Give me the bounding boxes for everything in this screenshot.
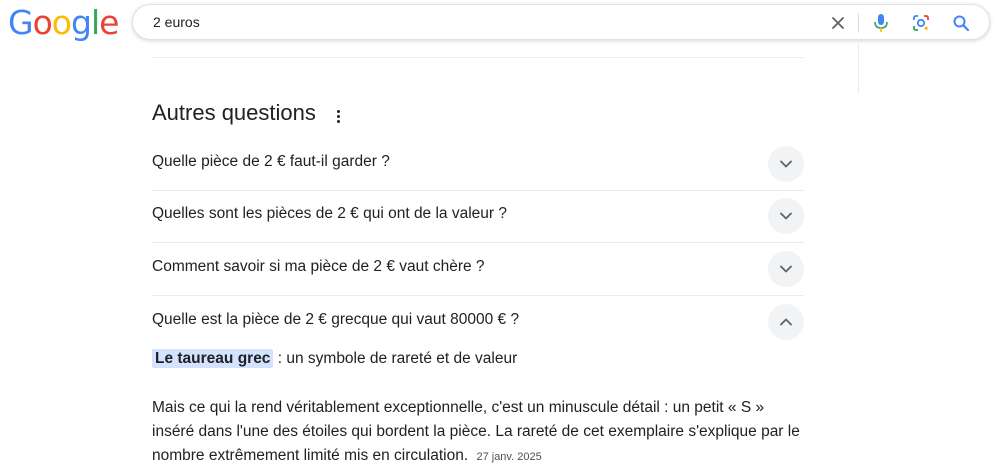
lens-icon[interactable] <box>910 12 932 34</box>
question-row[interactable]: Comment savoir si ma pièce de 2 € vaut c… <box>152 243 804 295</box>
question-text: Quelles sont les pièces de 2 € qui ont d… <box>152 205 508 222</box>
logo-letter: l <box>90 3 100 42</box>
question-text: Comment savoir si ma pièce de 2 € vaut c… <box>152 258 485 275</box>
question-text: Quelle pièce de 2 € faut-il garder ? <box>152 153 390 170</box>
chevron-down-icon[interactable] <box>768 198 804 234</box>
content-divider <box>152 57 804 58</box>
question-text: Quelle est la pièce de 2 € grecque qui v… <box>152 311 520 328</box>
microphone-icon[interactable] <box>870 12 892 34</box>
close-icon[interactable] <box>827 12 849 34</box>
logo-letter: G <box>8 3 34 42</box>
search-box <box>132 4 990 40</box>
question-row[interactable]: Quelles sont les pièces de 2 € qui ont d… <box>152 190 804 242</box>
section-title: Autres questions <box>152 100 316 125</box>
google-logo[interactable]: Google <box>8 3 119 43</box>
question-row-expanded[interactable]: Quelle est la pièce de 2 € grecque qui v… <box>152 296 804 348</box>
answer-highlight: Le taureau grec <box>152 349 274 368</box>
more-options-icon[interactable] <box>333 106 343 126</box>
chevron-down-icon[interactable] <box>768 251 804 287</box>
chevron-down-icon[interactable] <box>768 146 804 182</box>
logo-letter: o <box>32 3 53 42</box>
search-icon[interactable] <box>950 12 972 34</box>
answer-date: 27 janv. 2025 <box>476 451 542 463</box>
question-row[interactable]: Quelle pièce de 2 € faut-il garder ? <box>152 138 804 190</box>
logo-letter: o <box>51 3 72 42</box>
side-divider <box>858 44 859 94</box>
answer-headline-rest: : un symbole de rareté et de valeur <box>273 350 518 367</box>
search-divider <box>858 13 859 33</box>
chevron-up-icon[interactable] <box>768 304 804 340</box>
answer-paragraph: Mais ce qui la rend véritablement except… <box>152 396 802 469</box>
search-input[interactable] <box>153 14 793 30</box>
logo-letter: e <box>99 3 119 42</box>
answer-headline: Le taureau grec : un symbole de rareté e… <box>152 349 518 368</box>
logo-letter: g <box>70 3 92 42</box>
